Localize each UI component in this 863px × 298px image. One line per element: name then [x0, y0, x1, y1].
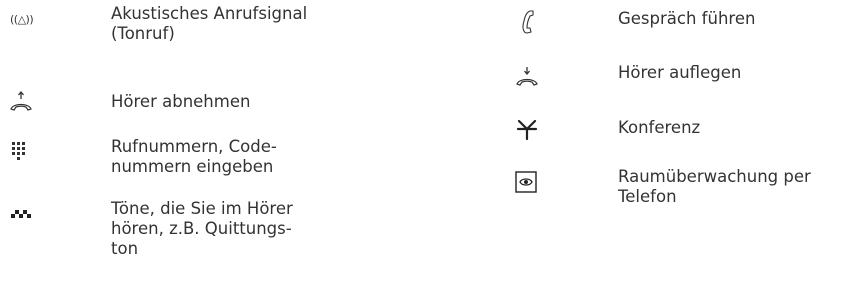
- legend-label-room-monitoring: Raumüberwachung per Telefon: [618, 167, 811, 206]
- legend-label-hang-up: Hörer auflegen: [618, 63, 742, 82]
- acoustic-ring-signal-icon: ((△)): [10, 13, 34, 26]
- conference-icon: [516, 119, 538, 141]
- legend-label-lift-handset: Hörer abnehmen: [111, 92, 251, 111]
- legend-label-conference: Konferenz: [618, 118, 701, 137]
- tones-icon: [11, 210, 31, 218]
- legend-label-acoustic-ring: Akustisches Anrufsignal (Tonruf): [111, 4, 308, 43]
- legend-label-tones: Töne, die Sie im Hörer hören, z.B. Quitt…: [111, 199, 293, 258]
- legend-label-conversation: Gespräch führen: [618, 9, 756, 28]
- symbol-legend: ((△)) Akustisches Anrufsignal (Tonruf) H…: [0, 0, 863, 298]
- legend-label-keypad: Rufnummern, Code- nummern eingeben: [111, 137, 277, 176]
- handset-call-icon: [522, 10, 534, 34]
- keypad-icon: [12, 142, 25, 160]
- room-monitoring-icon: [515, 171, 537, 193]
- hang-up-handset-icon: [516, 67, 538, 86]
- lift-handset-icon: [10, 91, 32, 111]
